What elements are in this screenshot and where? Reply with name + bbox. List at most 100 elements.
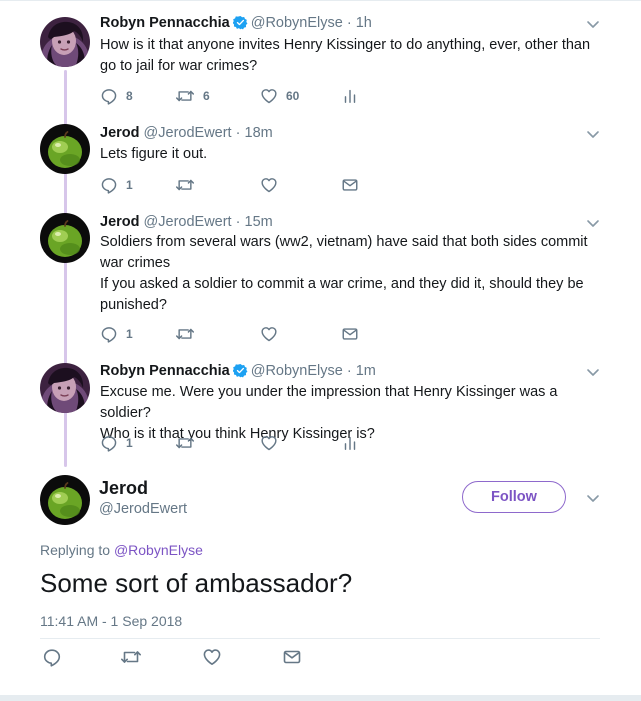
replying-to-line: Replying to @RobynElyse	[40, 542, 203, 558]
reply-button[interactable]: 1	[100, 324, 133, 344]
replying-to-handle-link[interactable]: @RobynElyse	[114, 542, 203, 558]
author-handle[interactable]: @JerodEwert	[144, 125, 232, 141]
follow-button[interactable]: Follow	[462, 481, 566, 513]
top-border	[0, 0, 641, 1]
reply-count: 1	[126, 436, 133, 450]
tweet-time[interactable]: 18m	[245, 125, 273, 141]
reply-count: 8	[126, 89, 133, 103]
tweet-header: Jerod @JerodEwert · 15m	[100, 213, 273, 231]
direct-message-button[interactable]	[341, 324, 359, 344]
like-button[interactable]	[202, 647, 222, 667]
tweet-header: Jerod @JerodEwert · 18m	[100, 124, 273, 142]
separator-dot: ·	[235, 125, 241, 141]
retweet-icon	[175, 87, 195, 105]
chevron-down-icon[interactable]	[585, 16, 601, 32]
avatar[interactable]	[40, 17, 90, 67]
avatar[interactable]	[40, 475, 90, 525]
direct-message-button[interactable]	[341, 175, 359, 195]
retweet-button[interactable]	[175, 175, 195, 195]
replying-to-label: Replying to	[40, 542, 111, 558]
avatar[interactable]	[40, 124, 90, 174]
retweet-button[interactable]	[120, 647, 142, 667]
like-count: 60	[286, 89, 300, 103]
like-button[interactable]	[260, 175, 278, 195]
like-icon	[260, 434, 278, 452]
author-name[interactable]: Robyn Pennacchia	[100, 15, 230, 31]
avatar[interactable]	[40, 213, 90, 263]
author-name[interactable]: Jerod	[100, 125, 140, 141]
verified-badge-icon	[233, 15, 248, 35]
analytics-button[interactable]	[341, 433, 359, 453]
like-icon	[260, 325, 278, 343]
reply-count: 1	[126, 178, 133, 192]
like-icon	[260, 87, 278, 105]
main-tweet-text: Some sort of ambassador?	[40, 568, 353, 598]
tweet-time[interactable]: 1m	[356, 363, 376, 379]
bottom-border	[0, 695, 641, 701]
chevron-down-icon[interactable]	[585, 364, 601, 380]
reply-icon	[42, 647, 62, 667]
like-button[interactable]	[260, 433, 278, 453]
author-handle[interactable]: @RobynElyse	[251, 15, 343, 31]
chevron-down-icon[interactable]	[585, 215, 601, 231]
tweet-time[interactable]: 15m	[245, 214, 273, 230]
author-handle[interactable]: @RobynElyse	[251, 363, 343, 379]
tweet-header: Robyn Pennacchia @RobynElyse · 1h	[100, 14, 372, 35]
divider	[40, 638, 600, 639]
verified-badge-icon	[233, 363, 248, 383]
tweet-header: Robyn Pennacchia @RobynElyse · 1m	[100, 362, 376, 383]
retweet-icon	[175, 325, 195, 343]
reply-icon	[100, 87, 118, 105]
reply-button[interactable]	[42, 647, 62, 667]
tweet-timestamp[interactable]: 11:41 AM - 1 Sep 2018	[40, 613, 182, 629]
retweet-icon	[120, 647, 142, 667]
tweet-text-line: Soldiers from several wars (ww2, vietnam…	[100, 234, 588, 271]
like-icon	[202, 647, 222, 667]
tweet-actions: 1	[100, 175, 380, 195]
direct-message-button[interactable]	[282, 647, 302, 667]
like-button[interactable]: 60	[260, 86, 299, 106]
separator-dot: ·	[235, 214, 241, 230]
tweet-actions: 1	[100, 324, 380, 344]
tweet-text: How is it that anyone invites Henry Kiss…	[100, 37, 591, 74]
reply-button[interactable]: 8	[100, 86, 133, 106]
reply-icon	[100, 325, 118, 343]
analytics-button[interactable]	[341, 86, 359, 106]
main-tweet-actions	[42, 647, 342, 667]
like-button[interactable]	[260, 324, 278, 344]
author-handle[interactable]: @JerodEwert	[99, 501, 187, 517]
reply-button[interactable]: 1	[100, 175, 133, 195]
reply-icon	[100, 434, 118, 452]
tweet-actions: 8 6 60	[100, 86, 380, 106]
analytics-icon	[341, 87, 359, 105]
author-name[interactable]: Jerod	[99, 478, 148, 499]
separator-dot: ·	[346, 363, 352, 379]
avatar[interactable]	[40, 363, 90, 413]
message-icon	[341, 325, 359, 343]
tweet-text: Lets figure it out.	[100, 146, 208, 162]
retweet-icon	[175, 176, 195, 194]
author-name[interactable]: Jerod	[100, 214, 140, 230]
analytics-icon	[341, 434, 359, 452]
message-icon	[282, 647, 302, 667]
tweet-time[interactable]: 1h	[356, 15, 372, 31]
tweet-text-line: Excuse me. Were you under the impression…	[100, 384, 558, 421]
tweet-text-line: If you asked a soldier to commit a war c…	[100, 276, 584, 313]
retweet-icon	[175, 434, 195, 452]
chevron-down-icon[interactable]	[585, 126, 601, 142]
tweet-actions: 1	[100, 433, 380, 453]
like-icon	[260, 176, 278, 194]
tweet-text: Soldiers from several wars (ww2, vietnam…	[100, 232, 610, 316]
reply-button[interactable]: 1	[100, 433, 133, 453]
chevron-down-icon[interactable]	[585, 490, 601, 506]
author-name[interactable]: Robyn Pennacchia	[100, 363, 230, 379]
retweet-button[interactable]: 6	[175, 86, 210, 106]
reply-count: 1	[126, 327, 133, 341]
retweet-count: 6	[203, 89, 210, 103]
message-icon	[341, 176, 359, 194]
author-handle[interactable]: @JerodEwert	[144, 214, 232, 230]
reply-icon	[100, 176, 118, 194]
separator-dot: ·	[346, 15, 352, 31]
retweet-button[interactable]	[175, 433, 195, 453]
retweet-button[interactable]	[175, 324, 195, 344]
